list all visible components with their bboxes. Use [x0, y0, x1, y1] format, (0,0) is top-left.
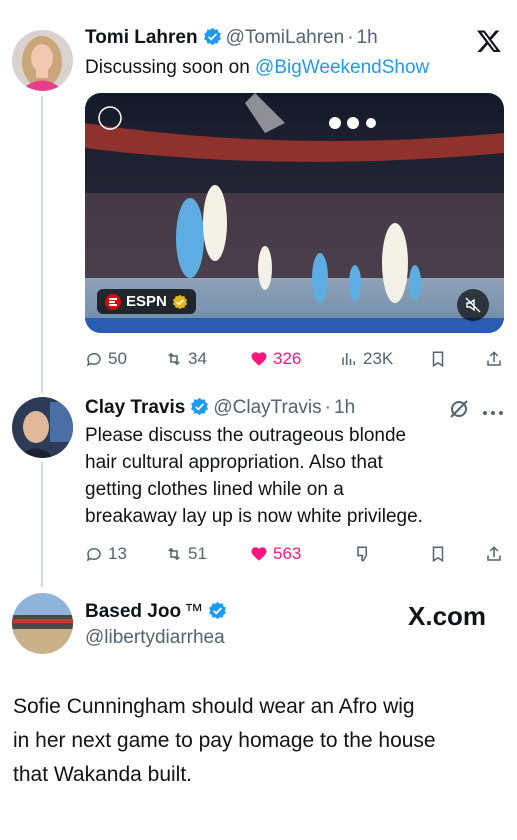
timestamp[interactable]: 1h [357, 27, 378, 48]
espn-logo-icon [105, 293, 121, 310]
thumbs-down-icon [357, 546, 367, 562]
author-handle[interactable]: @TomiLahren [226, 27, 345, 48]
more-options-button[interactable] [482, 404, 504, 422]
reply-icon [86, 352, 101, 367]
like-count: 563 [273, 544, 302, 563]
thread-line [41, 96, 43, 393]
gold-verified-icon [172, 294, 187, 309]
avatar[interactable] [12, 593, 73, 654]
share-icon [487, 351, 501, 366]
video-media[interactable]: ESPN [85, 93, 504, 333]
mute-button[interactable] [457, 289, 489, 321]
repost-button[interactable]: 51 [165, 544, 207, 564]
tweet-text-line: breakaway lay up is now white privilege. [85, 506, 423, 527]
tweet-text-line: that Wakanda built. [13, 763, 192, 786]
share-button[interactable] [485, 350, 503, 368]
views-button[interactable]: 23K [340, 349, 393, 369]
separator: · [347, 27, 354, 48]
grok-icon[interactable] [448, 398, 470, 425]
site-watermark: X.com [408, 601, 487, 631]
separator: · [324, 397, 331, 418]
share-icon [487, 546, 501, 561]
bookmark-icon [432, 351, 444, 368]
mention-link[interactable]: @BigWeekendShow [255, 57, 429, 78]
heart-icon [251, 352, 267, 366]
reply-count: 50 [108, 349, 127, 368]
reply-button[interactable]: 50 [85, 349, 127, 369]
repost-count: 51 [188, 544, 207, 563]
reply-button[interactable]: 13 [85, 544, 127, 564]
author-name[interactable]: Tomi Lahren [85, 27, 198, 48]
avatar[interactable] [12, 397, 73, 458]
verified-badge-icon [203, 27, 221, 46]
author-handle[interactable]: @ClayTravis [213, 397, 321, 418]
tweet-text-line: hair cultural appropriation. Also that [85, 452, 383, 473]
x-logo-icon [476, 28, 502, 59]
verified-badge-icon [191, 397, 209, 416]
espn-label: ESPN [126, 293, 167, 310]
like-button[interactable]: 563 [250, 544, 301, 564]
like-button[interactable]: 326 [250, 349, 301, 369]
tweet-text: Discussing soon on [85, 57, 256, 78]
views-icon [342, 353, 355, 365]
bookmark-button[interactable] [429, 350, 447, 368]
share-button[interactable] [485, 545, 503, 563]
thread-line [41, 462, 43, 587]
trademark: ™ [184, 601, 204, 622]
repost-icon [168, 352, 180, 366]
reply-count: 13 [108, 544, 127, 563]
like-count: 326 [273, 349, 302, 368]
timestamp[interactable]: 1h [334, 397, 355, 418]
tweet-text-line: in her next game to pay homage to the ho… [13, 729, 436, 752]
reply-icon [86, 547, 101, 562]
espn-badge: ESPN [97, 289, 196, 314]
more-icon [483, 411, 503, 415]
repost-button[interactable]: 34 [165, 349, 207, 369]
avatar[interactable] [12, 30, 73, 91]
heart-icon [251, 547, 267, 561]
repost-icon [168, 547, 180, 561]
dislike-button[interactable] [355, 545, 373, 563]
tweet-text-line: Please discuss the outrageous blonde [85, 425, 407, 446]
bookmark-icon [432, 546, 444, 563]
author-handle[interactable]: @libertydiarrhea [85, 627, 225, 649]
views-count: 23K [363, 349, 394, 368]
author-name[interactable]: Clay Travis [85, 397, 185, 418]
bookmark-button[interactable] [429, 545, 447, 563]
mute-icon [465, 297, 481, 313]
author-name[interactable]: Based Joo [85, 601, 181, 622]
repost-count: 34 [188, 349, 207, 368]
tweet-text-line: getting clothes lined while on a [85, 479, 344, 500]
verified-badge-icon [209, 601, 227, 620]
tweet-text-line: Sofie Cunningham should wear an Afro wig [13, 695, 415, 718]
